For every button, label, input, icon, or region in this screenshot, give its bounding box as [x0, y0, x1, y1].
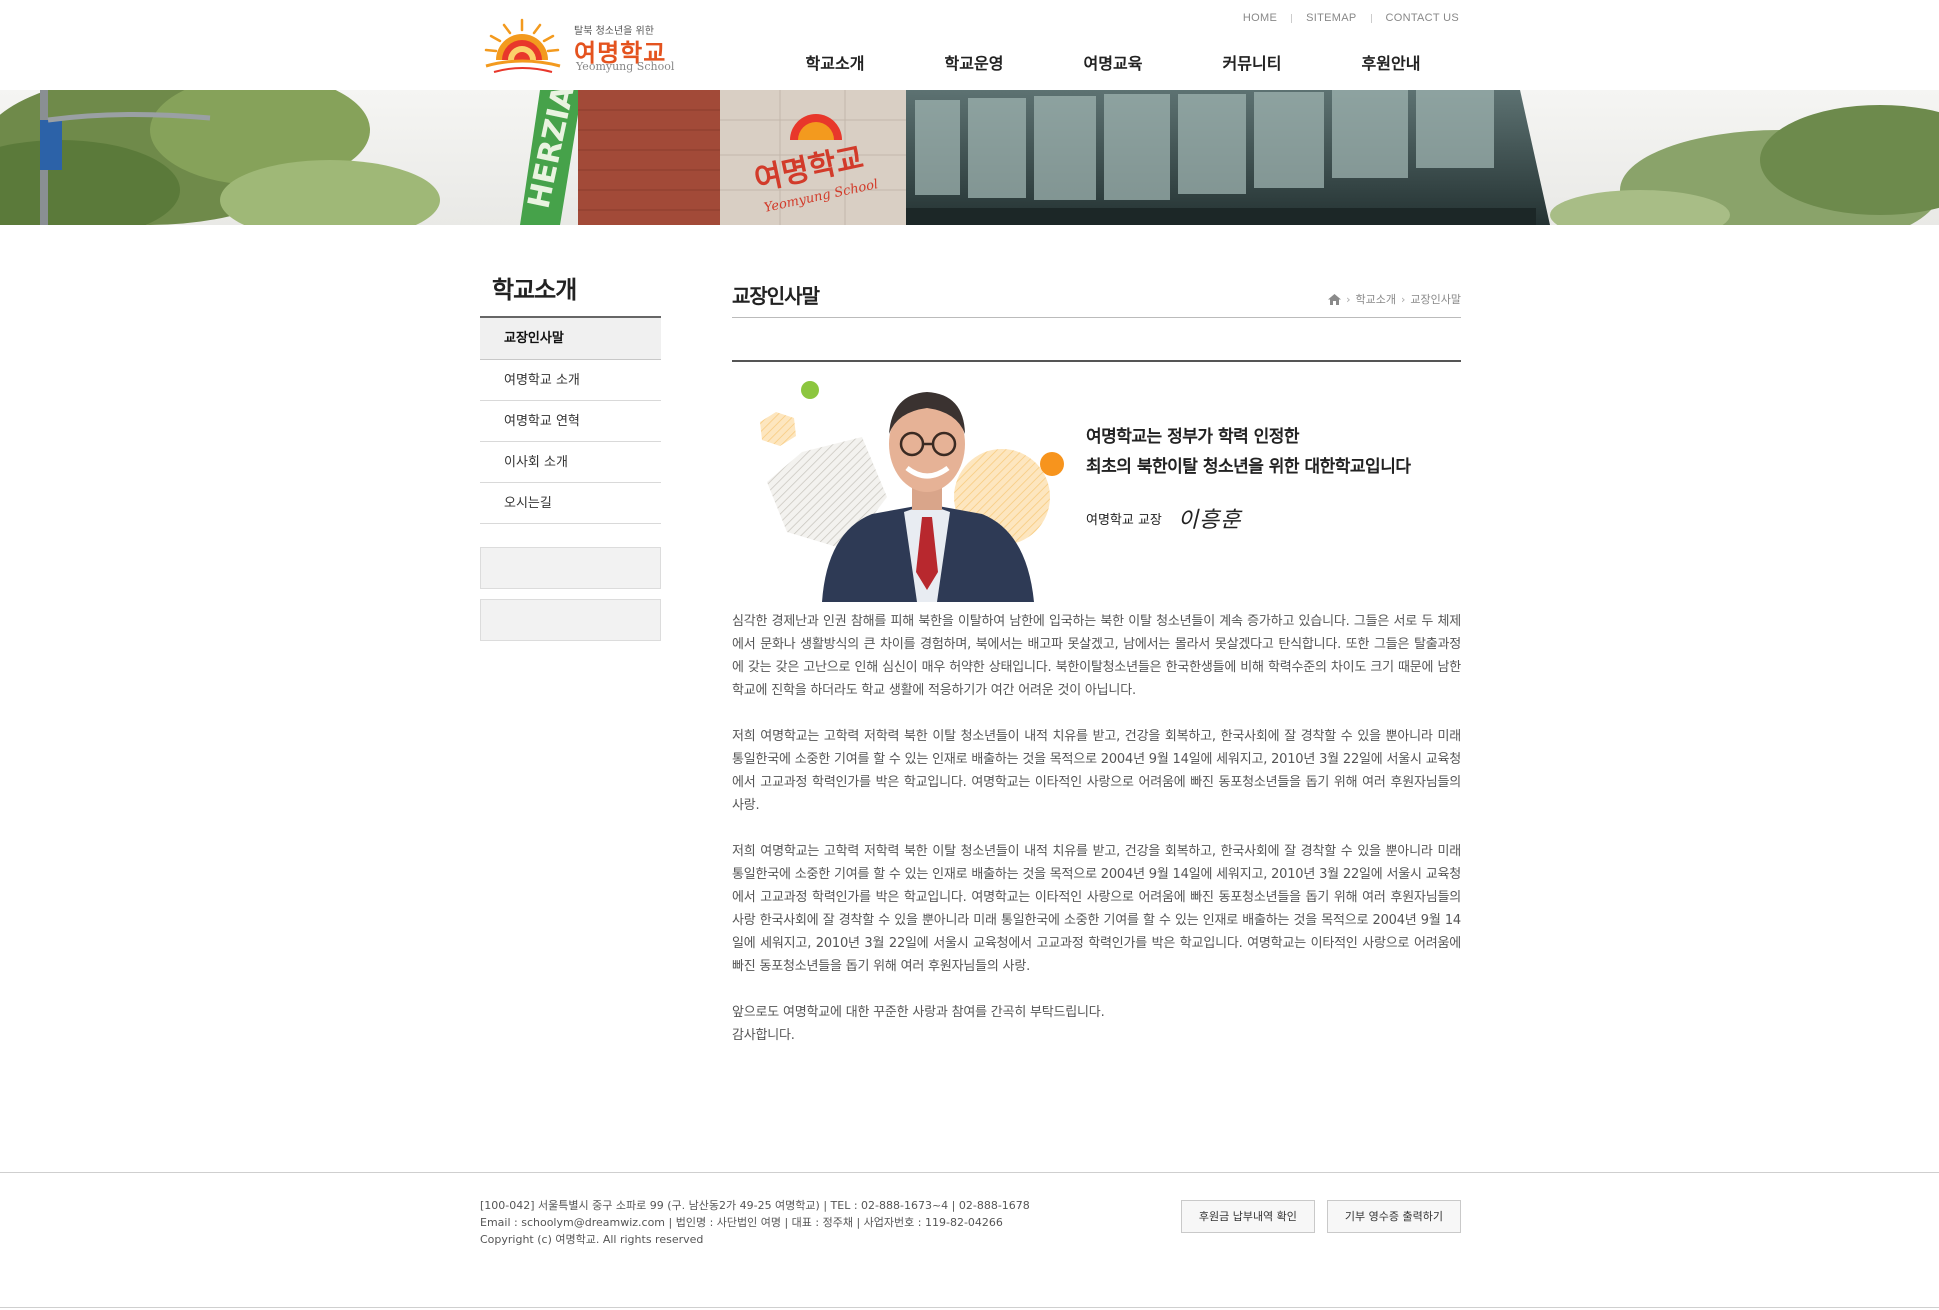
- quote-line: 여명학교는 정부가 학력 인정한: [1086, 427, 1300, 447]
- footer-buttons: 후원금 납부내역 확인 기부 영수증 출력하기: [1169, 1200, 1461, 1233]
- body-paragraph: 앞으로도 여명학교에 대한 꾸준한 사랑과 참여를 간곡히 부탁드립니다.: [732, 1005, 1105, 1020]
- breadcrumb-item[interactable]: 학교소개: [1356, 291, 1396, 307]
- main-content: 교장인사말 › 학교소개 › 교장인사말 여명학교는 정부가 학력 인정한 최초…: [732, 270, 1461, 1047]
- top-banner-image: HERZIA 여명학교 Yeomyung School: [0, 90, 1939, 225]
- nav-item-about[interactable]: 학교소개: [766, 50, 904, 74]
- principal-portrait: [760, 381, 1064, 602]
- sidebar-item-history[interactable]: 여명학교 연혁: [480, 401, 661, 442]
- content-header: 교장인사말 › 학교소개 › 교장인사말: [732, 270, 1461, 318]
- nav-item-community[interactable]: 커뮤니티: [1183, 50, 1321, 74]
- sidebar-banner-slot[interactable]: [480, 547, 661, 589]
- sidebar: 학교소개 교장인사말 여명학교 소개 여명학교 연혁 이사회 소개 오시는길: [480, 270, 661, 641]
- breadcrumb-item[interactable]: 교장인사말: [1410, 291, 1461, 307]
- footer-company-info: Email : schoolym@dreamwiz.com | 법인명 : 사단…: [480, 1216, 1003, 1229]
- quote-line: 최초의 북한이탈 청소년을 위한 대한학교입니다: [1086, 457, 1411, 477]
- main-nav: 학교소개 학교운영 여명교육 커뮤니티 후원안내: [766, 50, 1460, 74]
- nav-item-operation[interactable]: 학교운영: [905, 50, 1043, 74]
- breadcrumb: › 학교소개 › 교장인사말: [1328, 291, 1461, 307]
- greeting-body: 심각한 경제난과 인권 참해를 피해 북한을 이탈하여 남한에 입국하는 북한 …: [732, 610, 1461, 1047]
- utility-nav: HOME SITEMAP CONTACT US: [1243, 12, 1459, 24]
- nav-item-support[interactable]: 후원안내: [1322, 50, 1460, 74]
- nav-item-education[interactable]: 여명교육: [1044, 50, 1182, 74]
- site-header: 탈북 청소년을 위한 여명학교 Yeomyung School HOME SIT…: [0, 0, 1939, 90]
- body-paragraph: 저희 여명학교는 고학력 저학력 북한 이탈 청소년들이 내적 치유를 받고, …: [732, 729, 1461, 813]
- school-building-photo: HERZIA 여명학교 Yeomyung School: [0, 90, 1939, 225]
- sidebar-item-principal-greeting[interactable]: 교장인사말: [480, 318, 661, 360]
- divider: [1370, 13, 1372, 23]
- sidebar-item-school-intro[interactable]: 여명학교 소개: [480, 360, 661, 401]
- sidebar-banner-slot[interactable]: [480, 599, 661, 641]
- signature-label: 여명학교 교장: [1086, 512, 1162, 528]
- page-title: 교장인사말: [732, 284, 820, 308]
- site-footer: [100-042] 서울특별시 중구 소파로 99 (구. 남산동2가 49-2…: [480, 1197, 1461, 1257]
- principal-quote: 여명학교는 정부가 학력 인정한 최초의 북한이탈 청소년을 위한 대한학교입니…: [1086, 422, 1411, 482]
- body-paragraph: 심각한 경제난과 인권 참해를 피해 북한을 이탈하여 남한에 입국하는 북한 …: [732, 614, 1461, 698]
- donation-history-button[interactable]: 후원금 납부내역 확인: [1180, 1200, 1315, 1233]
- body-paragraph: 저희 여명학교는 고학력 저학력 북한 이탈 청소년들이 내적 치유를 받고, …: [732, 844, 1461, 974]
- principal-signature: 여명학교 교장 이흥훈: [1086, 502, 1242, 534]
- divider: [1291, 13, 1293, 23]
- greeting-intro: 여명학교는 정부가 학력 인정한 최초의 북한이탈 청소년을 위한 대한학교입니…: [732, 362, 1461, 610]
- util-sitemap-link[interactable]: SITEMAP: [1306, 12, 1356, 24]
- chevron-right-icon: ›: [1346, 292, 1351, 306]
- signature-name: 이흥훈: [1177, 508, 1242, 533]
- sidebar-item-board[interactable]: 이사회 소개: [480, 442, 661, 483]
- sidebar-title: 학교소개: [480, 270, 661, 318]
- logo-name-en: Yeomyung School: [576, 60, 675, 73]
- body-paragraph: 감사합니다.: [732, 1028, 795, 1043]
- footer-info: [100-042] 서울특별시 중구 소파로 99 (구. 남산동2가 49-2…: [480, 1197, 1030, 1248]
- donation-receipt-button[interactable]: 기부 영수증 출력하기: [1326, 1200, 1461, 1233]
- sidebar-item-directions[interactable]: 오시는길: [480, 483, 661, 524]
- util-home-link[interactable]: HOME: [1243, 12, 1277, 24]
- chevron-right-icon: ›: [1400, 292, 1406, 306]
- divider: [0, 1172, 1939, 1173]
- util-contact-link[interactable]: CONTACT US: [1386, 12, 1460, 24]
- sun-logo-icon: [484, 18, 561, 73]
- footer-address: [100-042] 서울특별시 중구 소파로 99 (구. 남산동2가 49-2…: [480, 1199, 1030, 1212]
- site-logo[interactable]: 탈북 청소년을 위한 여명학교 Yeomyung School: [480, 16, 680, 76]
- divider: [0, 1307, 1939, 1308]
- footer-copyright: Copyright (c) 여명학교. All rights reserved: [480, 1233, 704, 1246]
- home-icon[interactable]: [1328, 293, 1342, 305]
